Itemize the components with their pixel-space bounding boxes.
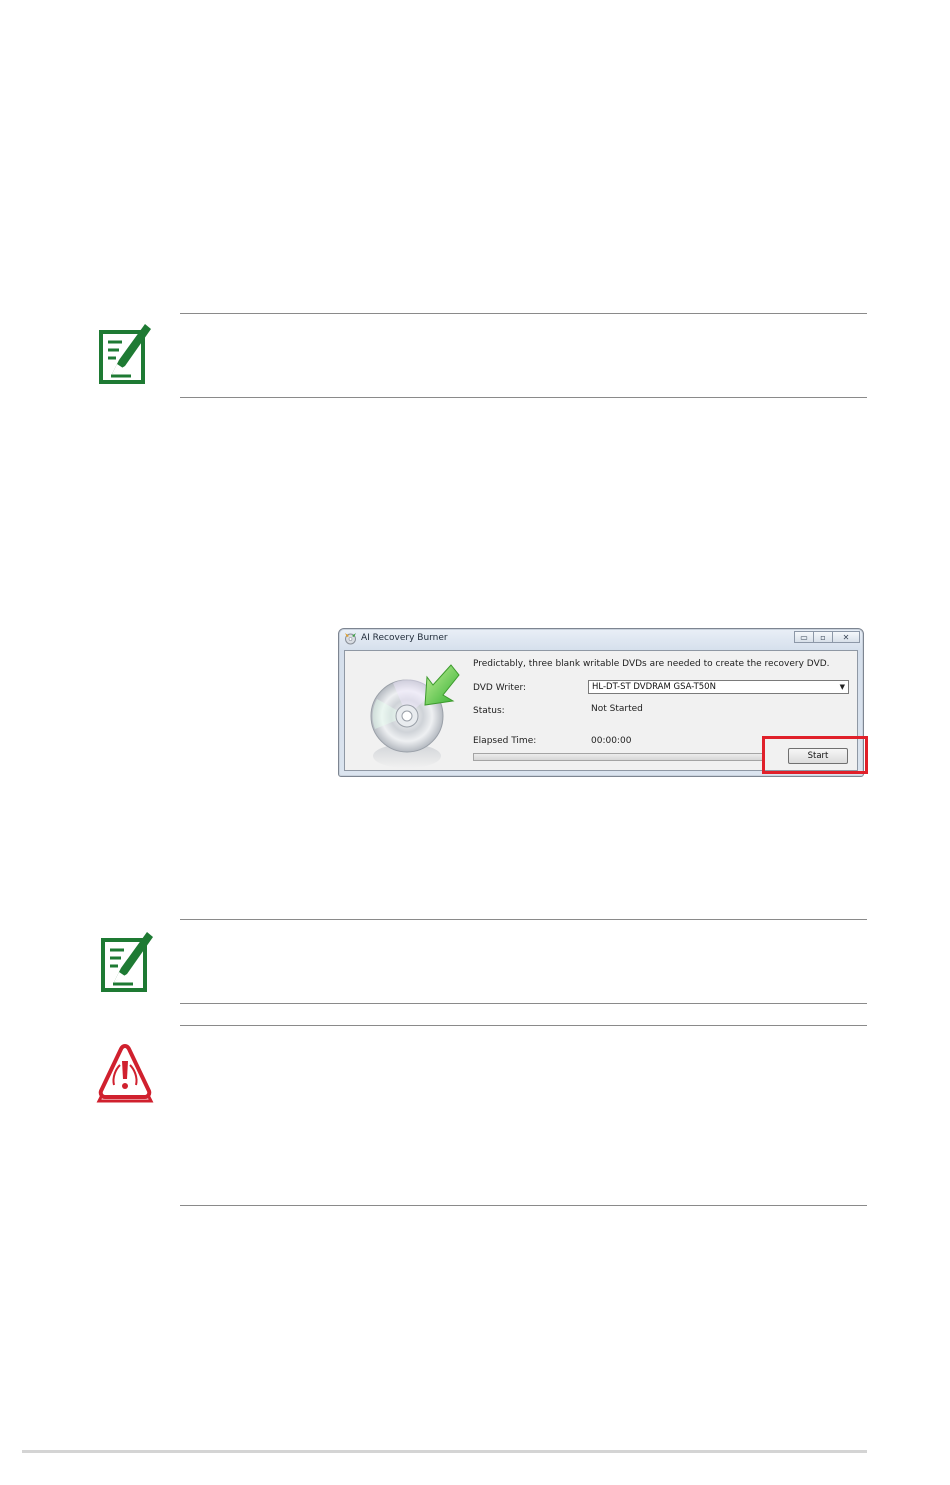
elapsed-time-value: 00:00:00 xyxy=(591,736,632,746)
note-bottom-rule xyxy=(180,397,867,398)
disc-burner-icon xyxy=(345,633,356,645)
start-highlight-box xyxy=(762,736,868,774)
close-button[interactable]: ✕ xyxy=(832,631,860,643)
note-2-bottom-rule xyxy=(180,1003,867,1004)
status-label: Status: xyxy=(473,706,505,716)
elapsed-time-label: Elapsed Time: xyxy=(473,736,537,746)
note-top-rule xyxy=(180,313,867,314)
footer-rule xyxy=(22,1450,867,1453)
warning-top-rule xyxy=(180,1025,867,1026)
dvd-writer-select[interactable]: HL-DT-ST DVDRAM GSA-T50N ▼ xyxy=(588,680,849,694)
dvd-writer-value: HL-DT-ST DVDRAM GSA-T50N xyxy=(592,682,716,692)
window-title: AI Recovery Burner xyxy=(361,633,448,643)
info-text: Predictably, three blank writable DVDs a… xyxy=(473,659,830,669)
warning-triangle-icon xyxy=(96,1043,154,1103)
dvd-disc-icon xyxy=(370,664,460,768)
dvd-writer-label: DVD Writer: xyxy=(473,683,527,693)
status-value: Not Started xyxy=(591,704,643,714)
maximize-button[interactable]: ▫ xyxy=(813,631,833,643)
title-bar: AI Recovery Burner ▭ ▫ ✕ xyxy=(339,629,863,649)
note-pencil-icon xyxy=(101,932,153,992)
window-controls: ▭ ▫ ✕ xyxy=(794,631,860,645)
progress-bar xyxy=(473,753,763,761)
chevron-down-icon: ▼ xyxy=(839,683,845,691)
minimize-button[interactable]: ▭ xyxy=(794,631,814,643)
note-pencil-icon xyxy=(99,324,151,384)
warning-bottom-rule xyxy=(180,1205,867,1206)
note-2-top-rule xyxy=(180,919,867,920)
